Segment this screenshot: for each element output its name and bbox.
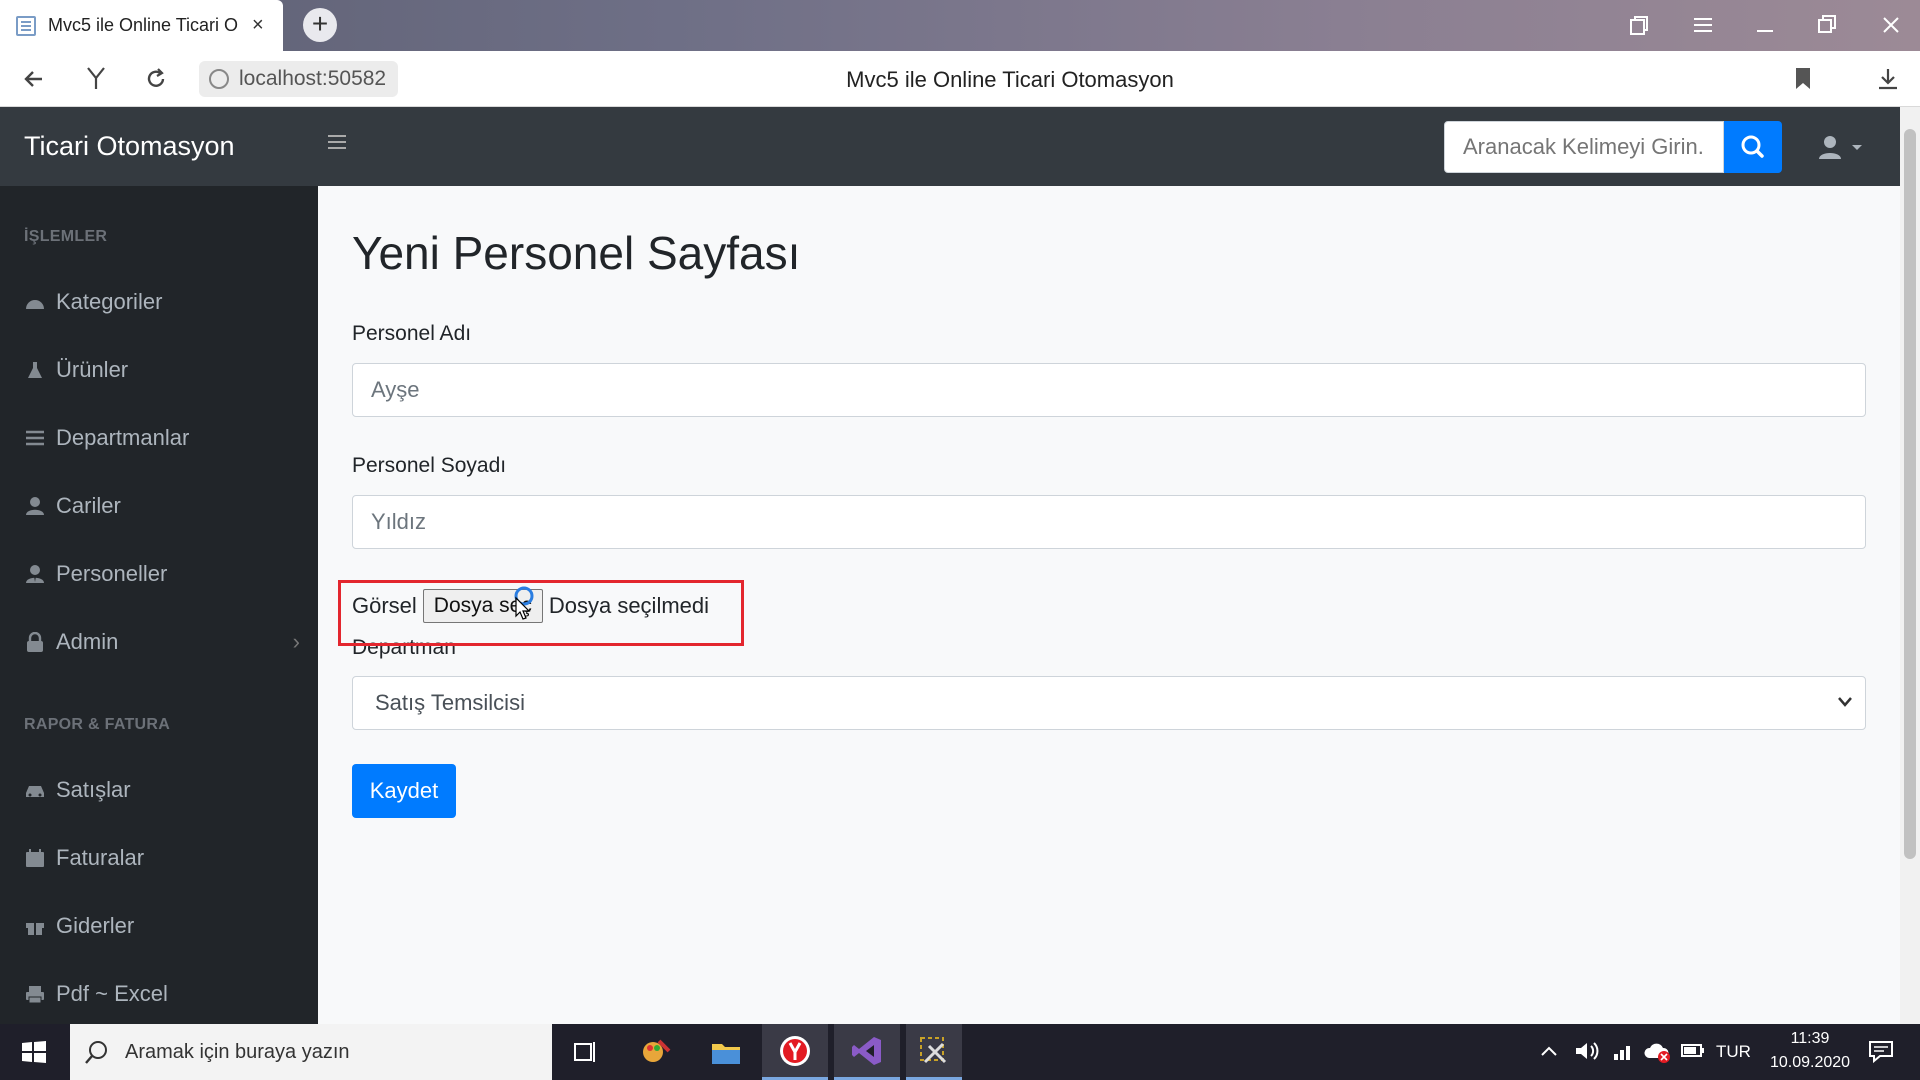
chevron-down-icon	[1838, 697, 1852, 707]
battery-icon[interactable]	[1680, 1042, 1706, 1060]
sidebar-section-title: RAPOR & FATURA	[24, 716, 171, 733]
department-selected-value: Satış Temsilcisi	[375, 690, 525, 715]
top-navbar: Ticari Otomasyon	[0, 107, 1900, 186]
search-icon	[85, 1041, 107, 1064]
sidebar-item-label: Personeller	[56, 561, 168, 586]
tab-title: Mvc5 ile Online Ticari O	[48, 15, 239, 35]
clock-time[interactable]: 11:39	[1768, 1030, 1852, 1048]
sidebar-item-label: Ürünler	[56, 357, 129, 382]
save-button[interactable]: Kaydet	[352, 764, 456, 818]
sidebar-item-giderler[interactable]: Giderler	[24, 906, 304, 946]
file-explorer-icon[interactable]	[696, 1024, 756, 1080]
network-icon[interactable]	[1612, 1040, 1636, 1062]
dashboard-icon	[26, 300, 44, 309]
restore-icon[interactable]	[1816, 14, 1838, 34]
task-view-icon[interactable]	[556, 1024, 616, 1080]
yandex-browser-icon[interactable]	[762, 1024, 828, 1080]
list-icon	[26, 430, 44, 446]
print-icon	[26, 986, 44, 1004]
sidebar-item-cariler[interactable]: Cariler	[24, 486, 304, 526]
windows-start-icon[interactable]	[22, 1041, 46, 1063]
address-bar: localhost:50582 Mvc5 ile Online Ticari O…	[0, 51, 1920, 107]
sidebar: İŞLEMLER Kategoriler Ürünler Departmanla…	[0, 186, 318, 1024]
visual-studio-icon[interactable]	[834, 1024, 900, 1080]
sidebar-item-label: Kategoriler	[56, 289, 163, 314]
sidebar-item-label: Cariler	[56, 493, 121, 518]
tray-chevron-up-icon[interactable]	[1540, 1044, 1558, 1058]
new-tab-button[interactable]: +	[303, 8, 337, 42]
search-input[interactable]	[1444, 121, 1724, 173]
browser-tab-bar: Mvc5 ile Online Ticari O × +	[0, 0, 1920, 51]
windows-taskbar: Aramak için buraya yazın TUR 11:39 10.09…	[0, 1024, 1920, 1080]
sidebar-item-label: Admin	[56, 629, 119, 654]
sidebar-item-label: Satışlar	[56, 777, 131, 802]
first-name-field[interactable]: Ayşe	[352, 363, 1866, 417]
minimize-icon[interactable]	[1754, 16, 1776, 34]
clock-date[interactable]: 10.09.2020	[1764, 1054, 1856, 1072]
sidebar-item-label: Faturalar	[56, 845, 145, 870]
user-dropdown-icon[interactable]	[1818, 135, 1864, 159]
user-tie-icon	[26, 565, 44, 583]
sidebar-item-departmanlar[interactable]: Departmanlar	[24, 418, 304, 458]
user-icon	[26, 497, 44, 515]
page-title: Yeni Personel Sayfası	[352, 227, 801, 279]
browser-page-title: Mvc5 ile Online Ticari Otomasyon	[846, 67, 1174, 92]
department-select[interactable]: Satış Temsilcisi	[352, 676, 1866, 730]
sidebar-item-personeller[interactable]: Personeller	[24, 554, 304, 594]
browser-menu-icon[interactable]	[1692, 16, 1714, 34]
sidebar-toggle-icon[interactable]	[328, 135, 346, 149]
sidebar-item-label: Departmanlar	[56, 425, 190, 450]
notifications-icon[interactable]	[1868, 1038, 1896, 1066]
sidebar-item-satislar[interactable]: Satışlar	[24, 770, 304, 810]
sidebar-item-label: Pdf ~ Excel	[56, 981, 168, 1006]
last-name-label: Personel Soyadı	[352, 454, 507, 477]
tab-manager-icon[interactable]	[1628, 14, 1650, 36]
cloud-error-icon[interactable]	[1644, 1040, 1672, 1064]
highlight-box	[338, 580, 744, 646]
volume-icon[interactable]	[1574, 1040, 1600, 1062]
bookmark-icon[interactable]	[1794, 67, 1812, 91]
sidebar-item-kategoriler[interactable]: Kategoriler	[24, 282, 304, 322]
sidebar-item-pdf-excel[interactable]: Pdf ~ Excel	[24, 974, 304, 1014]
window-close-icon[interactable]	[1880, 14, 1902, 36]
taskbar-search-text: Aramak için buraya yazın	[125, 1041, 350, 1063]
sidebar-section-title: İŞLEMLER	[24, 228, 108, 245]
taskbar-search-input[interactable]: Aramak için buraya yazın	[70, 1024, 552, 1080]
last-name-field[interactable]: Yıldız	[352, 495, 1866, 549]
tab-close-icon[interactable]: ×	[252, 14, 264, 37]
sidebar-item-urunler[interactable]: Ürünler	[24, 350, 304, 390]
car-icon	[26, 786, 44, 797]
page-favicon-icon	[16, 15, 36, 36]
sidebar-item-label: Giderler	[56, 913, 135, 938]
page-scrollbar[interactable]	[1900, 107, 1920, 1024]
sidebar-item-admin[interactable]: Admin ›	[24, 622, 304, 662]
browser-tab[interactable]: Mvc5 ile Online Ticari O ×	[0, 0, 283, 51]
scrollbar-thumb[interactable]	[1904, 129, 1916, 859]
gift-icon	[26, 923, 44, 935]
snipping-tool-icon[interactable]	[906, 1024, 962, 1080]
calendar-icon	[26, 849, 44, 867]
search-icon	[1741, 135, 1764, 158]
download-icon[interactable]	[1876, 67, 1900, 91]
chevron-right-icon: ›	[292, 629, 300, 654]
first-name-label: Personel Adı	[352, 322, 472, 345]
language-indicator[interactable]: TUR	[1716, 1042, 1751, 1062]
lock-icon	[27, 632, 43, 652]
search-button[interactable]	[1724, 121, 1782, 173]
brand-title[interactable]: Ticari Otomasyon	[24, 131, 235, 162]
paint-app-icon[interactable]	[626, 1024, 686, 1080]
flask-icon	[28, 362, 42, 378]
sidebar-item-faturalar[interactable]: Faturalar	[24, 838, 304, 878]
